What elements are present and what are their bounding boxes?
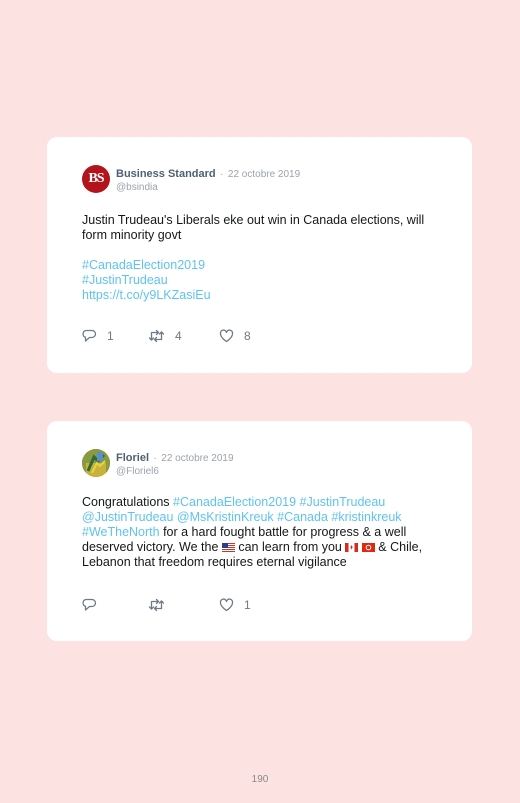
meta-separator: · bbox=[220, 169, 224, 180]
hashtag-link[interactable]: #CanadaElection2019 bbox=[82, 258, 450, 273]
tweet-text: Congratulations #CanadaElection2019 #Jus… bbox=[82, 495, 450, 570]
author-name[interactable]: Floriel bbox=[116, 452, 149, 464]
canada-flag-icon bbox=[345, 543, 359, 552]
hashtag-link[interactable]: #JustinTrudeau bbox=[82, 273, 450, 288]
reply-button[interactable] bbox=[82, 598, 107, 612]
reply-button[interactable]: 1 bbox=[82, 329, 114, 343]
retweet-icon bbox=[148, 329, 165, 343]
retweet-button[interactable]: 4 bbox=[148, 329, 182, 343]
retweet-count: 4 bbox=[175, 329, 182, 343]
hashtag-link[interactable]: #Canada bbox=[277, 510, 328, 524]
hashtag-link[interactable]: #kristinkreuk bbox=[331, 510, 401, 524]
reply-icon bbox=[82, 329, 97, 342]
like-count: 8 bbox=[244, 329, 251, 343]
tweet-meta: Business Standard · 22 octobre 2019 @bsi… bbox=[116, 166, 300, 194]
tweet-header: BS Business Standard · 22 octobre 2019 @… bbox=[82, 165, 452, 197]
tweet-date[interactable]: 22 octobre 2019 bbox=[161, 453, 233, 464]
reply-icon bbox=[82, 598, 97, 611]
avatar[interactable] bbox=[82, 449, 110, 477]
author-handle[interactable]: @bsindia bbox=[116, 181, 300, 194]
like-button[interactable]: 8 bbox=[219, 329, 251, 343]
hongkong-flag-icon bbox=[361, 543, 375, 552]
tweet-date[interactable]: 22 octobre 2019 bbox=[228, 169, 300, 180]
tweet-meta: Floriel · 22 octobre 2019 @Floriel6 bbox=[116, 450, 234, 478]
mention-link[interactable]: @JustinTrudeau bbox=[82, 510, 173, 524]
tweet-text-segment: Congratulations bbox=[82, 495, 174, 509]
retweet-button[interactable] bbox=[148, 598, 175, 612]
hashtag-link[interactable]: #WeTheNorth bbox=[82, 525, 160, 539]
url-link[interactable]: https://t.co/y9LKZasiEu bbox=[82, 288, 450, 303]
hashtag-link[interactable]: #JustinTrudeau bbox=[300, 495, 386, 509]
hashtag-link[interactable]: #CanadaElection2019 bbox=[173, 495, 296, 509]
author-handle[interactable]: @Floriel6 bbox=[116, 465, 234, 478]
tweet-text-line: Justin Trudeau's Liberals eke out win in… bbox=[82, 213, 425, 242]
tweet-text: Justin Trudeau's Liberals eke out win in… bbox=[82, 213, 450, 303]
like-button[interactable]: 1 bbox=[219, 598, 251, 612]
tweet-header: Floriel · 22 octobre 2019 @Floriel6 bbox=[82, 449, 452, 481]
mention-link[interactable]: @MsKristinKreuk bbox=[177, 510, 274, 524]
meta-separator: · bbox=[153, 453, 157, 464]
tweet-card[interactable]: Floriel · 22 octobre 2019 @Floriel6 Cong… bbox=[47, 421, 472, 641]
us-flag-icon bbox=[221, 543, 235, 552]
author-name[interactable]: Business Standard bbox=[116, 168, 216, 180]
like-icon bbox=[219, 329, 234, 343]
avatar-image bbox=[82, 449, 110, 477]
reply-count: 1 bbox=[107, 329, 114, 343]
like-count: 1 bbox=[244, 598, 251, 612]
page-number: 190 bbox=[251, 774, 269, 785]
tweet-text-segment: can learn from you bbox=[234, 540, 346, 554]
like-icon bbox=[219, 598, 234, 612]
avatar[interactable]: BS bbox=[82, 165, 110, 193]
retweet-icon bbox=[148, 598, 165, 612]
tweet-card[interactable]: BS Business Standard · 22 octobre 2019 @… bbox=[47, 137, 472, 373]
